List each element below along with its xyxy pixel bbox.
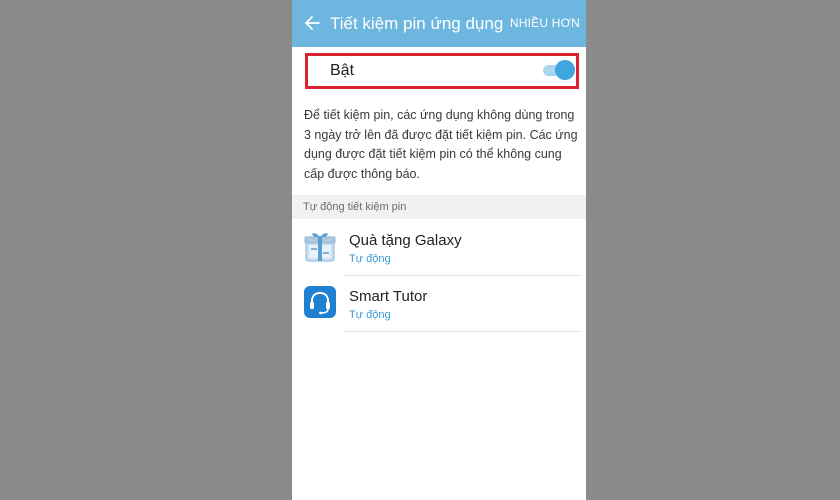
toggle-knob [555, 60, 575, 80]
master-switch-row[interactable]: Bật [292, 47, 586, 95]
app-status: Tự động [349, 309, 391, 321]
arrow-left-icon [305, 16, 320, 30]
section-header-label: Tự động tiết kiệm pin [303, 201, 407, 213]
back-button[interactable] [300, 10, 324, 36]
app-row-galaxy-gift[interactable]: Quà tặng Galaxy Tự động [292, 220, 586, 276]
more-button[interactable]: NHIỀU HƠN [510, 16, 580, 30]
screenshot-stage: Tiết kiệm pin ứng dụng NHIỀU HƠN Bật Để … [0, 0, 840, 500]
section-header: Tự động tiết kiệm pin [292, 195, 586, 219]
page-title: Tiết kiệm pin ứng dụng [330, 14, 504, 33]
app-name: Quà tặng Galaxy [349, 232, 462, 249]
headset-icon [303, 285, 337, 319]
app-name: Smart Tutor [349, 288, 428, 305]
master-switch-label: Bật [330, 62, 355, 79]
row-divider [344, 331, 581, 332]
phone-screen: Tiết kiệm pin ứng dụng NHIỀU HƠN Bật Để … [292, 0, 586, 500]
app-status: Tự động [349, 253, 391, 265]
app-row-smart-tutor[interactable]: Smart Tutor Tự động [292, 276, 586, 332]
gift-box-icon [303, 229, 337, 263]
app-bar: Tiết kiệm pin ứng dụng NHIỀU HƠN [292, 0, 586, 47]
master-toggle[interactable] [541, 60, 575, 80]
description-text: Để tiết kiệm pin, các ứng dụng không dùn… [304, 108, 578, 181]
